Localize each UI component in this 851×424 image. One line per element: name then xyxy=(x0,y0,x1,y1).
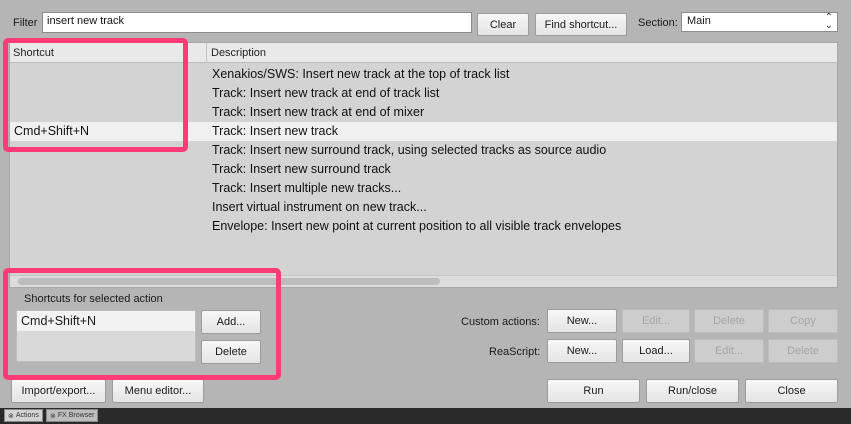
row-shortcut: Cmd+Shift+N xyxy=(14,124,90,138)
row-description: Insert virtual instrument on new track..… xyxy=(212,200,427,214)
table-row[interactable]: Track: Insert new track at end of track … xyxy=(10,84,837,103)
row-description: Track: Insert new track at end of track … xyxy=(212,86,440,100)
column-divider[interactable] xyxy=(206,43,207,63)
row-description: Track: Insert new track at end of mixer xyxy=(212,105,425,119)
docker-tab-bar: ⊗ Actions ⊗ FX Browser xyxy=(0,408,851,424)
row-description: Envelope: Insert new point at current po… xyxy=(212,219,622,233)
reascript-edit-button[interactable]: Edit... xyxy=(694,339,764,363)
menu-editor-button[interactable]: Menu editor... xyxy=(112,379,204,403)
table-header: Shortcut Description xyxy=(10,43,837,63)
scrollbar-thumb[interactable] xyxy=(18,278,440,285)
selected-action-title: Shortcuts for selected action xyxy=(24,293,163,305)
run-button[interactable]: Run xyxy=(547,379,640,403)
table-row[interactable]: Track: Insert multiple new tracks... xyxy=(10,179,837,198)
actions-table[interactable]: Shortcut Description Xenakios/SWS: Inser… xyxy=(9,42,838,288)
close-button[interactable]: Close xyxy=(745,379,838,403)
custom-action-edit-button[interactable]: Edit... xyxy=(622,309,690,333)
table-row[interactable]: Xenakios/SWS: Insert new track at the to… xyxy=(10,65,837,84)
custom-actions-label: Custom actions: xyxy=(461,316,540,328)
tab-fx-browser[interactable]: ⊗ FX Browser xyxy=(46,409,99,422)
table-row[interactable]: Track: Insert new track at end of mixer xyxy=(10,103,837,122)
tab-actions[interactable]: ⊗ Actions xyxy=(4,409,43,422)
table-row[interactable]: Envelope: Insert new point at current po… xyxy=(10,217,837,236)
horizontal-scrollbar[interactable] xyxy=(10,275,837,287)
row-description: Track: Insert multiple new tracks... xyxy=(212,181,402,195)
column-header-shortcut[interactable]: Shortcut xyxy=(13,47,54,59)
delete-shortcut-button[interactable]: Delete xyxy=(201,340,261,364)
row-description: Track: Insert new surround track, using … xyxy=(212,143,607,157)
filter-input[interactable]: insert new track xyxy=(42,12,472,33)
column-header-description[interactable]: Description xyxy=(211,47,266,59)
reascript-load-button[interactable]: Load... xyxy=(622,339,690,363)
row-description: Xenakios/SWS: Insert new track at the to… xyxy=(212,67,510,81)
section-value: Main xyxy=(687,15,711,27)
row-description: Track: Insert new surround track xyxy=(212,162,391,176)
run-close-button[interactable]: Run/close xyxy=(646,379,739,403)
shortcut-list[interactable]: Cmd+Shift+N xyxy=(16,310,196,362)
reascript-delete-button[interactable]: Delete xyxy=(768,339,838,363)
filter-label: Filter xyxy=(13,17,38,29)
reascript-new-button[interactable]: New... xyxy=(547,339,617,363)
close-icon[interactable]: ⊗ xyxy=(8,412,14,420)
table-row[interactable]: Track: Insert new surround track, using … xyxy=(10,141,837,160)
custom-action-copy-button[interactable]: Copy xyxy=(768,309,838,333)
section-label: Section: xyxy=(638,17,678,29)
section-select[interactable]: Main ⌃ ⌄ xyxy=(681,12,838,32)
reascript-label: ReaScript: xyxy=(489,346,541,358)
import-export-button[interactable]: Import/export... xyxy=(11,379,106,403)
row-description: Track: Insert new track xyxy=(212,124,338,138)
custom-action-delete-button[interactable]: Delete xyxy=(694,309,764,333)
table-row[interactable]: Insert virtual instrument on new track..… xyxy=(10,198,837,217)
table-row[interactable]: Track: Insert new surround track xyxy=(10,160,837,179)
chevron-up-down-icon: ⌃ ⌄ xyxy=(824,12,833,31)
find-shortcut-button[interactable]: Find shortcut... xyxy=(535,13,627,36)
list-item[interactable]: Cmd+Shift+N xyxy=(17,311,195,331)
clear-button[interactable]: Clear xyxy=(477,13,529,36)
add-shortcut-button[interactable]: Add... xyxy=(201,310,261,334)
custom-action-new-button[interactable]: New... xyxy=(547,309,617,333)
table-row-selected[interactable]: Cmd+Shift+N Track: Insert new track xyxy=(10,122,837,141)
close-icon[interactable]: ⊗ xyxy=(50,412,56,420)
